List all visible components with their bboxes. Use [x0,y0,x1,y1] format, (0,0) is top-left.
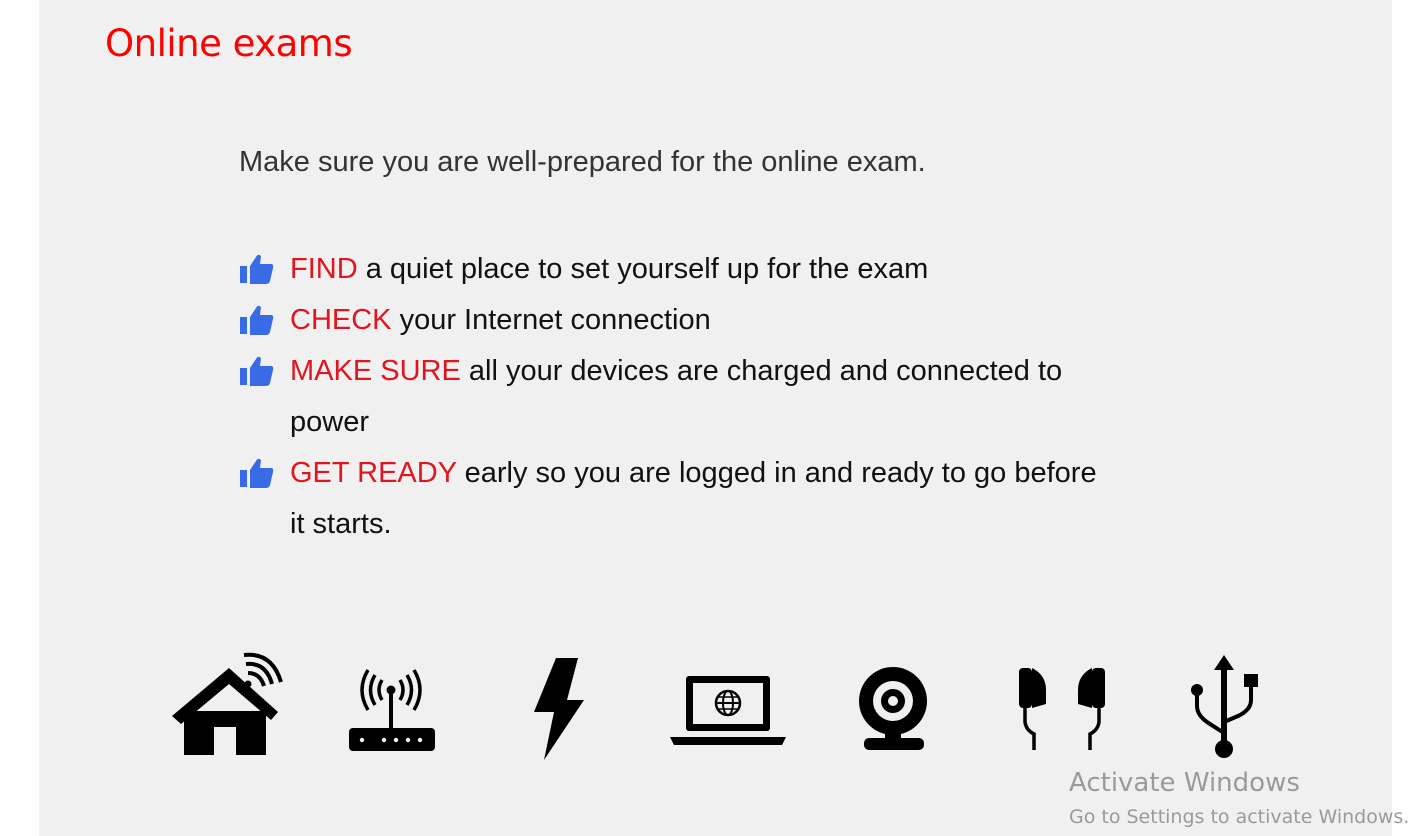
list-item: FIND a quiet place to set yourself up fo… [239,244,1119,295]
thumbs-up-icon [240,458,274,488]
tip-text: your Internet connection [391,304,711,336]
intro-text: Make sure you are well-prepared for the … [239,146,926,178]
tip-keyword: FIND [290,253,358,285]
tip-keyword: CHECK [290,304,392,336]
activation-watermark: Activate Windows Go to Settings to activ… [1069,767,1409,835]
thumbs-up-icon [240,254,274,284]
list-item: MAKE SURE all your devices are charged a… [239,346,1119,448]
watermark-title: Activate Windows [1069,768,1300,798]
tips-list: FIND a quiet place to set yourself up fo… [239,244,1119,550]
page-title: Online exams [105,22,353,65]
tip-keyword: GET READY [290,457,457,489]
tip-text: a quiet place to set yourself up for the… [357,253,929,285]
thumbs-up-icon [240,305,274,335]
tip-keyword: MAKE SURE [290,355,461,387]
list-item: GET READY early so you are logged in and… [239,448,1119,550]
watermark-subtitle: Go to Settings to activate Windows. [1069,806,1410,828]
list-item: CHECK your Internet connection [239,295,1119,346]
thumbs-up-icon [240,356,274,386]
